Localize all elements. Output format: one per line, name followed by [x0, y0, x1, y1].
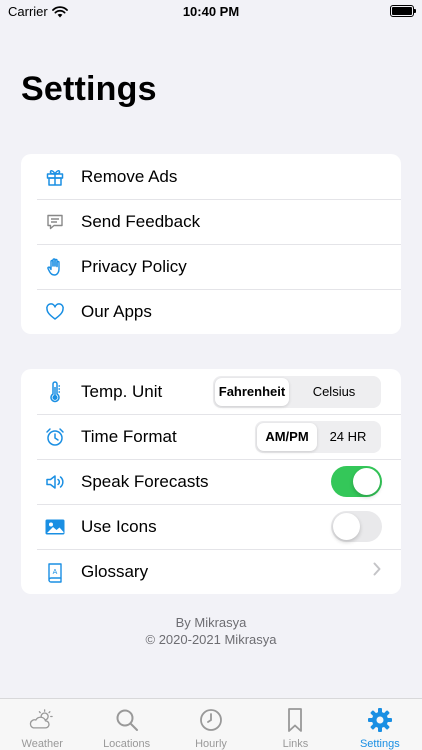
search-icon: [113, 706, 141, 734]
tab-links-label: Links: [282, 738, 309, 750]
battery-icon: [390, 5, 416, 17]
privacy-policy-row[interactable]: Privacy Policy: [21, 244, 401, 289]
footer-byline: By Mikrasya: [175, 615, 247, 630]
page-title: Settings: [21, 70, 157, 108]
our-apps-row[interactable]: Our Apps: [21, 289, 401, 334]
glossary-row[interactable]: A Glossary: [21, 549, 401, 594]
hand-icon: [43, 255, 67, 279]
bookmark-icon: [281, 706, 309, 734]
our-apps-label: Our Apps: [81, 301, 152, 321]
temp-unit-label: Temp. Unit: [81, 381, 163, 401]
alarm-clock-icon: [43, 425, 67, 449]
status-bar: Carrier 10:40 PM: [0, 0, 422, 24]
clock-icon: [197, 706, 225, 734]
status-time: 10:40 PM: [182, 4, 240, 19]
weather-icon: [28, 706, 56, 734]
celsius-option[interactable]: Celsius: [289, 378, 379, 406]
send-feedback-row[interactable]: Send Feedback: [21, 199, 401, 244]
privacy-policy-label: Privacy Policy: [81, 256, 187, 276]
tab-bar: Weather Locations Hourly Links Settings: [0, 698, 422, 750]
gear-icon: [366, 706, 394, 734]
heart-icon: [43, 300, 67, 324]
remove-ads-label: Remove Ads: [81, 166, 178, 186]
thermometer-icon: [43, 380, 67, 404]
speak-forecasts-label: Speak Forecasts: [81, 471, 209, 491]
temp-unit-row: Temp. Unit Fahrenheit Celsius: [21, 369, 401, 414]
message-icon: [43, 210, 67, 234]
tab-locations[interactable]: Locations: [84, 699, 168, 750]
speaker-icon: [43, 470, 67, 494]
time-format-row: Time Format AM/PM 24 HR: [21, 414, 401, 459]
tab-links[interactable]: Links: [253, 699, 337, 750]
tab-weather[interactable]: Weather: [0, 699, 84, 750]
toggle-knob: [333, 513, 360, 540]
tab-weather-label: Weather: [21, 738, 63, 750]
general-group: Remove Ads Send Feedback Privacy Policy: [21, 154, 401, 334]
fahrenheit-option[interactable]: Fahrenheit: [215, 377, 289, 406]
glossary-label: Glossary: [81, 561, 149, 581]
image-icon: [43, 515, 67, 539]
send-feedback-label: Send Feedback: [81, 211, 201, 231]
speak-forecasts-row: Speak Forecasts: [21, 459, 401, 504]
chevron-right-icon: [373, 562, 381, 581]
temp-unit-segmented-control: Fahrenheit Celsius: [213, 375, 381, 408]
svg-text:A: A: [53, 569, 58, 576]
remove-ads-row[interactable]: Remove Ads: [21, 154, 401, 199]
speak-forecasts-toggle[interactable]: [331, 466, 382, 497]
24hr-option[interactable]: 24 HR: [317, 423, 379, 451]
footer: By Mikrasya © 2020-2021 Mikrasya: [0, 614, 422, 648]
time-format-segmented-control: AM/PM 24 HR: [255, 420, 381, 453]
tab-settings-label: Settings: [359, 738, 400, 750]
use-icons-row: Use Icons: [21, 504, 401, 549]
gift-icon: [43, 165, 67, 189]
ampm-option[interactable]: AM/PM: [257, 422, 317, 451]
options-group: Temp. Unit Fahrenheit Celsius Time Forma…: [21, 369, 401, 594]
footer-copyright: © 2020-2021 Mikrasya: [145, 632, 277, 647]
time-format-label: Time Format: [81, 426, 177, 446]
toggle-knob: [353, 468, 380, 495]
tab-hourly-label: Hourly: [195, 738, 227, 750]
glossary-book-icon: A: [43, 560, 67, 584]
use-icons-label: Use Icons: [81, 516, 157, 536]
tab-settings[interactable]: Settings: [338, 699, 422, 750]
tab-locations-label: Locations: [103, 738, 151, 750]
use-icons-toggle[interactable]: [331, 511, 382, 542]
tab-hourly[interactable]: Hourly: [169, 699, 253, 750]
